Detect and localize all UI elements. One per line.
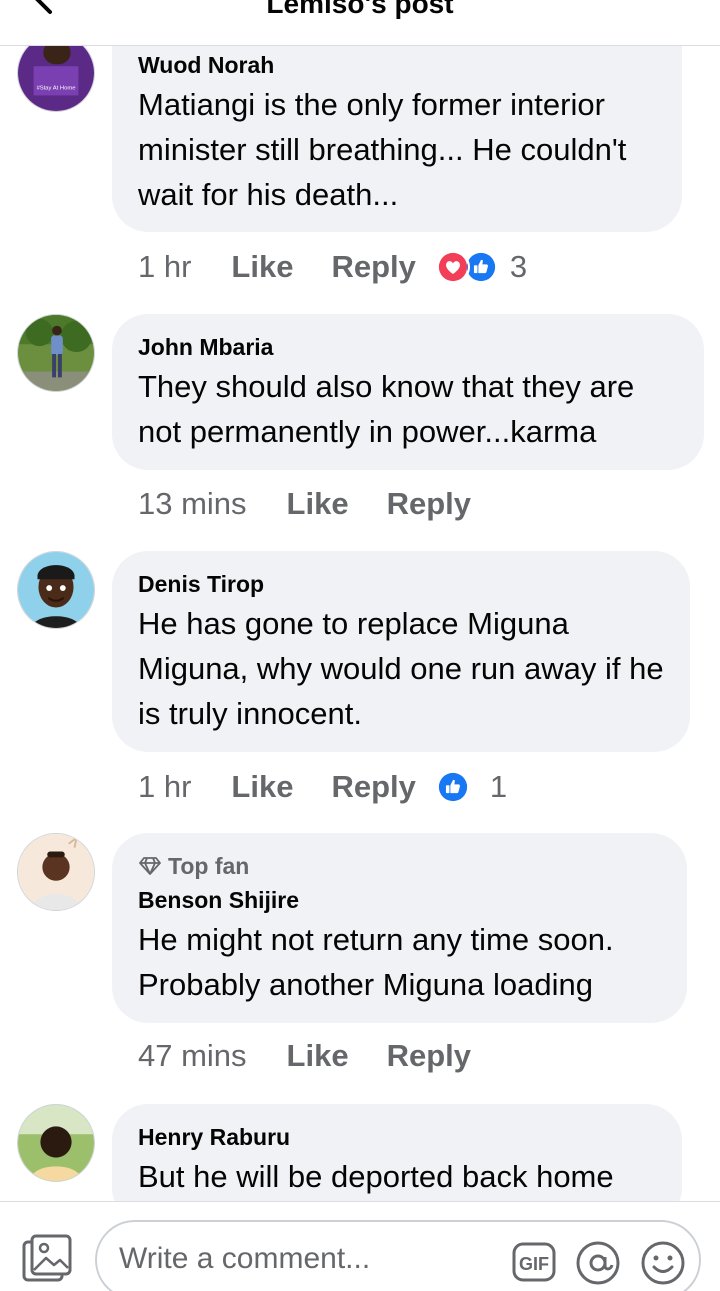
comment-text: But he will be deported back home <box>138 1159 614 1194</box>
love-reaction-icon <box>435 250 470 284</box>
comment-actions: 47 mins Like Reply <box>138 1036 491 1076</box>
comment-text: Matiangi is the only former interior min… <box>138 87 627 212</box>
avatar[interactable]: #Stay At Home <box>17 46 95 112</box>
comment-author[interactable]: Benson Shijire <box>138 885 661 915</box>
emoji-icon[interactable] <box>640 1240 686 1286</box>
reaction-count: 1 <box>489 769 508 804</box>
comment-author[interactable]: Denis Tirop <box>138 569 664 599</box>
like-button[interactable]: Like <box>231 249 293 285</box>
comment-bubble[interactable]: Top fan Benson Shijire He might not retu… <box>112 833 687 1023</box>
comment-time[interactable]: 1 hr <box>138 769 191 805</box>
top-bar: Lemiso's post <box>0 0 720 46</box>
comment-author[interactable]: Henry Raburu <box>138 1122 656 1152</box>
reaction-summary[interactable]: 3 <box>435 249 528 285</box>
comment-text: He has gone to replace Miguna Miguna, wh… <box>138 606 664 731</box>
comment-bubble[interactable]: Denis Tirop He has gone to replace Migun… <box>112 551 690 752</box>
comment-input-placeholder: Write a comment... <box>119 1242 371 1275</box>
top-fan-label: Top fan <box>168 853 250 879</box>
comment-bubble[interactable]: John Mbaria They should also know that t… <box>112 314 704 470</box>
reply-button[interactable]: Reply <box>387 1038 471 1074</box>
like-button[interactable]: Like <box>231 769 293 805</box>
comment-author[interactable]: John Mbaria <box>138 332 678 362</box>
reaction-count: 3 <box>509 249 528 284</box>
comment-actions: 1 hr Like Reply 1 <box>138 767 507 807</box>
like-reaction-icon <box>435 770 470 804</box>
avatar[interactable] <box>17 833 95 911</box>
comment-time[interactable]: 13 mins <box>138 486 247 522</box>
at-icon[interactable] <box>575 1240 621 1286</box>
diamond-icon <box>139 857 161 875</box>
photo-icon[interactable] <box>22 1234 74 1282</box>
reply-button[interactable]: Reply <box>331 249 415 285</box>
comment-bubble[interactable]: Wuod Norah Matiangi is the only former i… <box>112 46 682 232</box>
gif-label: GIF <box>519 1254 549 1274</box>
reply-button[interactable]: Reply <box>331 769 415 805</box>
comment-time[interactable]: 1 hr <box>138 249 191 285</box>
comment-text: They should also know that they are not … <box>138 369 635 449</box>
comment-text: He might not return any time soon. Proba… <box>138 922 614 1002</box>
avatar[interactable] <box>17 314 95 392</box>
page-title: Lemiso's post <box>266 0 454 19</box>
comment-bubble[interactable]: Henry Raburu But he will be deported bac… <box>112 1104 682 1201</box>
avatar-badge-text: #Stay At Home <box>37 86 76 92</box>
like-button[interactable]: Like <box>287 1038 349 1074</box>
top-fan-badge: Top fan <box>138 851 661 881</box>
comment-input[interactable]: Write a comment... GIF <box>95 1220 701 1291</box>
comment-actions: 13 mins Like Reply <box>138 484 491 524</box>
comment-time[interactable]: 47 mins <box>138 1038 247 1074</box>
comment-author[interactable]: Wuod Norah <box>138 50 656 80</box>
reply-button[interactable]: Reply <box>387 486 471 522</box>
comments-list[interactable]: #Stay At Home Wuod Norah Matiangi is the… <box>0 46 720 1201</box>
avatar[interactable] <box>17 1104 95 1182</box>
comment-composer: Write a comment... GIF <box>0 1201 720 1291</box>
comment-actions: 1 hr Like Reply 3 <box>138 247 527 287</box>
avatar[interactable] <box>17 551 95 629</box>
gif-icon[interactable]: GIF <box>512 1242 556 1282</box>
reaction-summary[interactable]: 1 <box>435 769 508 805</box>
like-button[interactable]: Like <box>287 486 349 522</box>
